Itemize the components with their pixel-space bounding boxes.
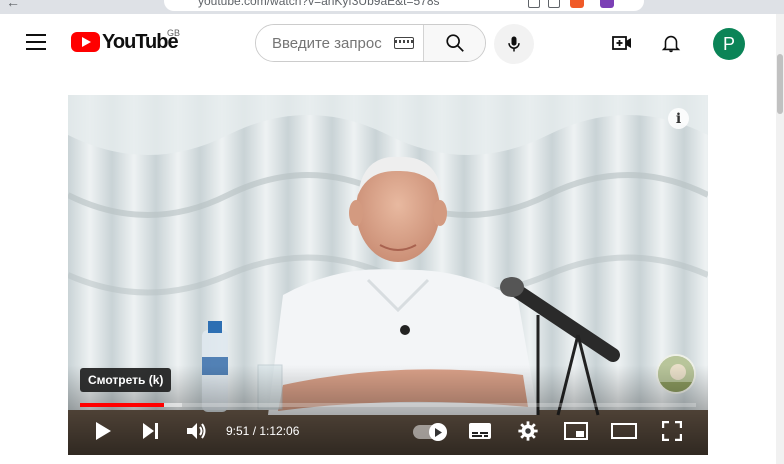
extension-icon[interactable] [600, 0, 614, 8]
create-button[interactable] [609, 30, 635, 56]
masthead: YouTube GB P [0, 14, 784, 72]
subtitles-icon [469, 423, 491, 439]
account-avatar[interactable]: P [713, 28, 745, 60]
time-display: 9:51 / 1:12:06 [226, 424, 300, 438]
autoplay-knob [429, 423, 447, 441]
voice-search-button[interactable] [494, 24, 534, 64]
url-text: youtube.com/watch?v=anKyf3Ub9aE&t=578s [198, 0, 440, 8]
menu-icon[interactable] [26, 34, 46, 50]
search-box [255, 24, 486, 62]
microphone-icon [508, 36, 520, 52]
subtitles-button[interactable] [467, 419, 493, 443]
progress-played [80, 403, 165, 407]
fullscreen-icon [662, 421, 682, 441]
play-button[interactable] [90, 419, 116, 443]
next-button[interactable] [137, 419, 163, 443]
bell-icon [661, 35, 681, 53]
miniplayer-icon [564, 422, 588, 440]
youtube-logo[interactable]: YouTube GB [71, 28, 181, 54]
mute-button[interactable] [184, 419, 210, 443]
fullscreen-button[interactable] [659, 419, 685, 443]
play-icon [96, 422, 111, 440]
search-field [256, 25, 423, 61]
autoplay-toggle[interactable] [413, 423, 447, 441]
page-scrollbar[interactable] [776, 14, 784, 464]
back-arrow-icon[interactable]: ← [6, 0, 20, 10]
share-icon[interactable] [528, 0, 540, 8]
notifications-button[interactable] [658, 30, 684, 56]
browser-toolbar: ← youtube.com/watch?v=anKyf3Ub9aE&t=578s [0, 0, 784, 14]
settings-button[interactable] [515, 419, 541, 443]
search-icon [445, 34, 464, 52]
create-video-icon [612, 36, 631, 50]
info-icon[interactable]: i [668, 108, 689, 129]
keyboard-icon[interactable] [394, 37, 414, 49]
search-input[interactable] [272, 34, 390, 52]
next-icon [143, 423, 158, 439]
region-code: GB [167, 28, 181, 38]
settings-icon [518, 421, 538, 441]
theater-icon [611, 423, 637, 439]
video-player[interactable]: i Смотреть (k) 9:51 / 1:12:06 [68, 95, 708, 455]
play-tooltip: Смотреть (k) [80, 368, 172, 392]
brave-shield-icon[interactable] [570, 0, 584, 8]
search-button[interactable] [423, 25, 485, 61]
youtube-play-logo-icon [71, 32, 100, 52]
scrollbar-thumb[interactable] [777, 54, 783, 114]
miniplayer-button[interactable] [563, 419, 589, 443]
theater-mode-button[interactable] [611, 419, 637, 443]
bookmark-icon[interactable] [548, 0, 560, 8]
progress-bar[interactable] [80, 403, 696, 407]
volume-icon [187, 423, 206, 439]
avatar-letter: P [722, 33, 735, 54]
player-controls: 9:51 / 1:12:06 [68, 417, 708, 445]
autoplay-play-icon [435, 427, 442, 437]
